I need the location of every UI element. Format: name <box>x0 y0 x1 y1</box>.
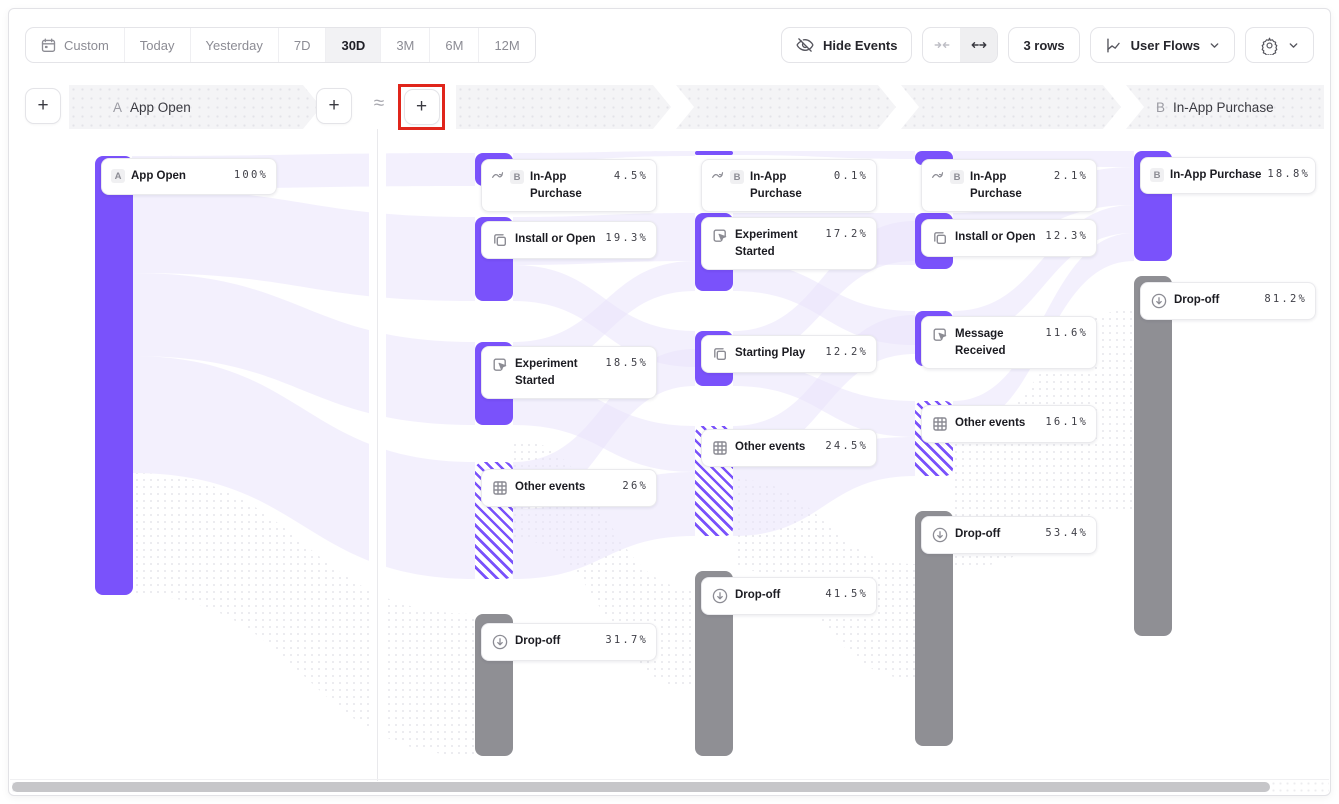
node-percent: 0.1% <box>834 169 868 182</box>
node-percent: 81.2% <box>1264 292 1307 305</box>
node-card-other-events[interactable]: Other events 16.1% <box>921 405 1097 443</box>
node-label: Install or Open <box>515 231 599 248</box>
node-label: Drop-off <box>955 526 1039 543</box>
node-percent: 24.5% <box>825 439 868 452</box>
node-label: Install or Open <box>955 229 1039 246</box>
add-step-after-a-button[interactable]: + <box>316 88 352 124</box>
step-b-badge: B <box>1156 100 1165 115</box>
node-card-install-or-open[interactable]: Install or Open 19.3% <box>481 221 657 259</box>
node-percent: 4.5% <box>614 169 648 182</box>
node-percent: 18.5% <box>605 356 648 369</box>
step-a-band[interactable]: A App Open <box>69 85 321 129</box>
step-a-badge: A <box>113 100 122 115</box>
sankey-bar-app-open[interactable] <box>95 156 133 595</box>
approx-indicator: ≈ <box>369 93 389 115</box>
node-label: Other events <box>735 439 819 456</box>
add-step-middle-button[interactable]: + <box>404 89 440 125</box>
node-percent: 18.8% <box>1267 167 1310 180</box>
node-percent: 31.7% <box>605 633 648 646</box>
dropoff-icon <box>931 526 949 544</box>
node-label: Drop-off <box>515 633 599 650</box>
node-label: Drop-off <box>1174 292 1258 309</box>
click-icon <box>491 356 509 374</box>
node-label: Experiment Started <box>735 227 813 260</box>
node-card-other-events[interactable]: Other events 26% <box>481 469 657 507</box>
step-badge: B <box>1150 168 1164 182</box>
flow-column-band-1[interactable] <box>456 85 671 129</box>
layers-icon <box>711 345 729 363</box>
node-card-experiment-started[interactable]: Experiment Started 18.5% <box>481 346 657 399</box>
node-label: In-App Purchase <box>1170 167 1261 184</box>
step-badge: A <box>111 169 125 183</box>
node-percent: 41.5% <box>825 587 868 600</box>
node-percent: 16.1% <box>1045 415 1088 428</box>
node-label: Starting Play <box>735 345 819 362</box>
node-percent: 53.4% <box>1045 526 1088 539</box>
node-percent: 12.2% <box>825 345 868 358</box>
flow-column-band-3[interactable] <box>901 85 1121 129</box>
trend-arrow-icon <box>711 169 724 182</box>
node-card-app-open[interactable]: A App Open 100% <box>101 158 277 195</box>
node-label: Experiment Started <box>515 356 593 389</box>
node-card-drop-off[interactable]: Drop-off 53.4% <box>921 516 1097 554</box>
node-percent: 2.1% <box>1054 169 1088 182</box>
dropoff-icon <box>1150 292 1168 310</box>
layers-icon <box>491 231 509 249</box>
grid-icon <box>711 439 729 457</box>
report-canvas: CustomTodayYesterday7D30D3M6M12M Hide Ev… <box>8 8 1331 796</box>
add-step-start-button[interactable]: + <box>25 88 61 124</box>
node-card-in-app-purchase[interactable]: B In-App Purchase 2.1% <box>921 159 1097 212</box>
steps-header: + A App Open + ≈ + B In-App Purchase <box>9 85 1330 129</box>
step-b-label: In-App Purchase <box>1173 100 1274 115</box>
node-label: In-App Purchase <box>530 169 608 202</box>
node-label: Other events <box>955 415 1039 432</box>
horizontal-scrollbar-thumb[interactable] <box>12 782 1270 792</box>
layers-icon <box>931 229 949 247</box>
node-card-message-received[interactable]: Message Received 11.6% <box>921 316 1097 369</box>
node-percent: 100% <box>234 168 268 181</box>
step-badge: B <box>950 170 964 184</box>
node-card-in-app-purchase[interactable]: B In-App Purchase 4.5% <box>481 159 657 212</box>
dropoff-icon <box>491 633 509 651</box>
node-label: App Open <box>131 168 228 185</box>
step-b-band[interactable]: B In-App Purchase <box>1126 85 1324 129</box>
dropoff-icon <box>711 587 729 605</box>
flow-column-band-2[interactable] <box>676 85 896 129</box>
trend-arrow-icon <box>931 169 944 182</box>
node-label: In-App Purchase <box>970 169 1048 202</box>
node-label: Other events <box>515 479 616 496</box>
annotation-highlight-box: + <box>398 84 445 130</box>
node-label: Drop-off <box>735 587 819 604</box>
step-badge: B <box>510 170 524 184</box>
node-percent: 26% <box>622 479 648 492</box>
click-icon <box>711 227 729 245</box>
node-card-install-or-open[interactable]: Install or Open 12.3% <box>921 219 1097 257</box>
pane-divider <box>377 129 378 781</box>
node-card-drop-off[interactable]: Drop-off 31.7% <box>481 623 657 661</box>
click-icon <box>931 326 949 344</box>
step-badge: B <box>730 170 744 184</box>
step-a-label: App Open <box>130 100 191 115</box>
trend-arrow-icon <box>491 169 504 182</box>
node-percent: 11.6% <box>1045 326 1088 339</box>
node-percent: 19.3% <box>605 231 648 244</box>
horizontal-scrollbar-track[interactable] <box>10 779 1329 794</box>
node-label: Message Received <box>955 326 1033 359</box>
node-card-starting-play[interactable]: Starting Play 12.2% <box>701 335 877 373</box>
node-percent: 17.2% <box>825 227 868 240</box>
grid-icon <box>931 415 949 433</box>
grid-icon <box>491 479 509 497</box>
node-card-in-app-purchase[interactable]: B In-App Purchase 18.8% <box>1140 157 1316 194</box>
node-percent: 12.3% <box>1045 229 1088 242</box>
sankey-bar-drop-off[interactable] <box>1134 276 1172 636</box>
node-card-experiment-started[interactable]: Experiment Started 17.2% <box>701 217 877 270</box>
node-card-drop-off[interactable]: Drop-off 41.5% <box>701 577 877 615</box>
node-card-other-events[interactable]: Other events 24.5% <box>701 429 877 467</box>
node-card-in-app-purchase[interactable]: B In-App Purchase 0.1% <box>701 159 877 212</box>
node-card-drop-off[interactable]: Drop-off 81.2% <box>1140 282 1316 320</box>
sankey-bar-in-app-purchase[interactable] <box>695 151 733 155</box>
node-label: In-App Purchase <box>750 169 828 202</box>
